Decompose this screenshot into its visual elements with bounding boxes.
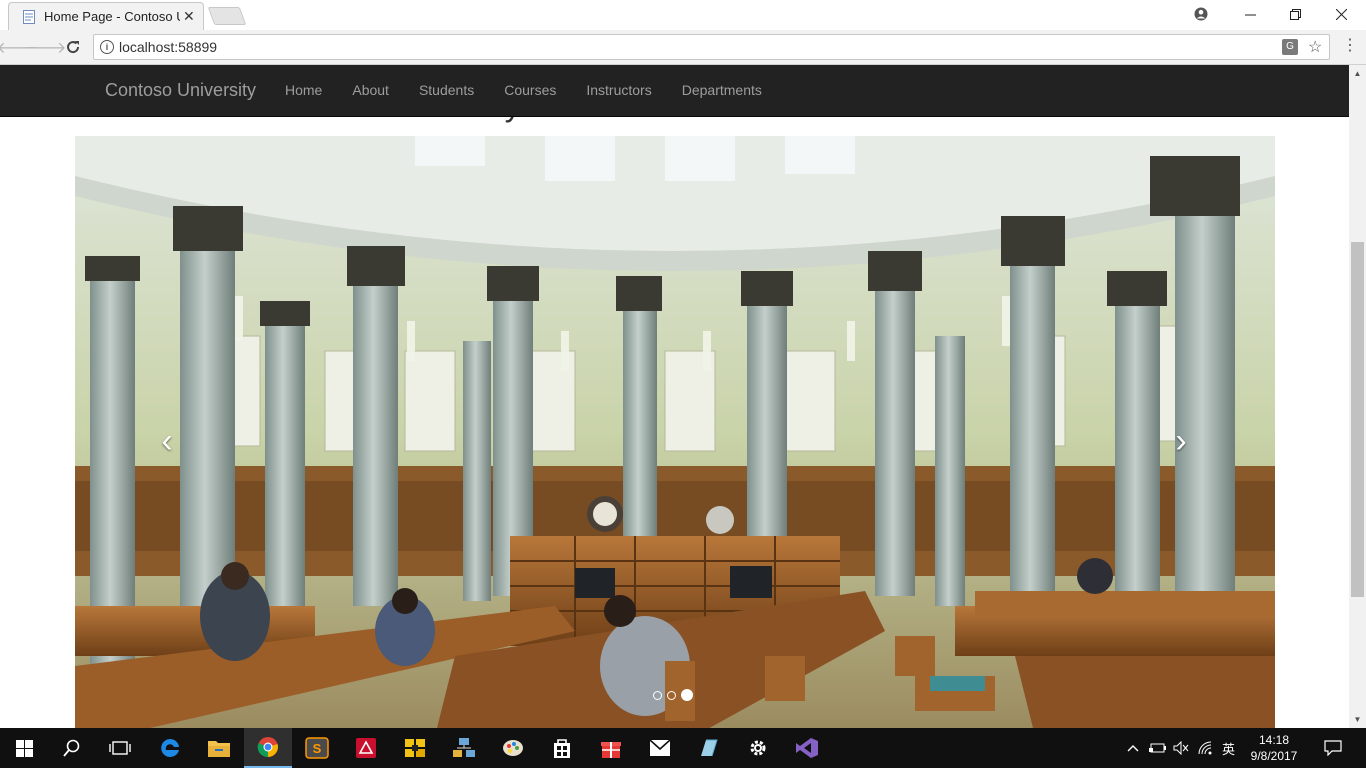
nav-link-home[interactable]: Home xyxy=(270,65,337,116)
file-explorer-icon[interactable] xyxy=(195,728,243,768)
gift-app-icon[interactable] xyxy=(587,728,635,768)
library-rotunda-photo xyxy=(75,136,1275,728)
app-yellow-icon[interactable] xyxy=(391,728,439,768)
scroll-down-icon[interactable]: ▼ xyxy=(1349,711,1366,728)
address-bar[interactable]: i localhost:58899 G ☆ xyxy=(93,34,1330,60)
info-icon[interactable]: i xyxy=(100,40,114,54)
nav-link-courses[interactable]: Courses xyxy=(489,65,571,116)
reload-icon[interactable] xyxy=(64,38,82,56)
star-icon[interactable]: ☆ xyxy=(1308,37,1322,57)
tab-title: Home Page - Contoso University xyxy=(44,9,180,24)
page-viewport: Welcome to Contoso University Contoso Un… xyxy=(0,65,1366,728)
clock-date: 9/8/2017 xyxy=(1250,749,1298,763)
carousel-indicators xyxy=(653,689,693,701)
translate-icon[interactable]: G xyxy=(1282,39,1298,55)
navbar-links: Home About Students Courses Instructors … xyxy=(270,65,777,116)
chevron-right-icon[interactable]: › xyxy=(1166,424,1196,458)
settings-icon[interactable] xyxy=(734,728,782,768)
maximize-button[interactable] xyxy=(1272,0,1318,28)
sublime-text-icon[interactable]: S xyxy=(293,728,341,768)
mail-icon[interactable] xyxy=(636,728,684,768)
nav-link-students[interactable]: Students xyxy=(404,65,489,116)
show-hidden-icons[interactable] xyxy=(1127,728,1139,768)
ime-indicator[interactable]: 英 xyxy=(1222,728,1235,768)
minimize-button[interactable] xyxy=(1227,0,1273,28)
vertical-scrollbar[interactable]: ▲ ▼ xyxy=(1349,65,1366,728)
site-navbar: Contoso University Home About Students C… xyxy=(0,65,1349,117)
page-icon xyxy=(23,10,35,24)
paint-icon[interactable] xyxy=(489,728,537,768)
carousel-indicator[interactable] xyxy=(667,690,676,700)
nav-link-instructors[interactable]: Instructors xyxy=(571,65,666,116)
battery-icon[interactable] xyxy=(1149,728,1167,768)
image-carousel: ‹ › xyxy=(75,136,1275,728)
carousel-indicator-active[interactable] xyxy=(681,689,693,701)
forward-arrow-icon[interactable]: 🡒 xyxy=(24,38,67,57)
visual-studio-icon[interactable] xyxy=(783,728,831,768)
wifi-icon[interactable] xyxy=(1198,728,1214,768)
nav-link-about[interactable]: About xyxy=(337,65,404,116)
window-close-button[interactable] xyxy=(1318,0,1364,28)
task-view-icon[interactable] xyxy=(96,728,144,768)
clock-time: 14:18 xyxy=(1258,733,1290,747)
edge-icon[interactable] xyxy=(146,728,194,768)
account-icon[interactable] xyxy=(1178,0,1224,28)
browser-toolbar: 🡐 🡒 i localhost:58899 G ☆ ⋮ xyxy=(0,30,1366,65)
start-icon[interactable] xyxy=(0,728,48,768)
tab-close-icon[interactable]: ✕ xyxy=(183,8,195,25)
menu-icon[interactable]: ⋮ xyxy=(1342,37,1358,55)
volume-muted-icon[interactable] xyxy=(1173,728,1189,768)
new-tab-button[interactable] xyxy=(207,7,247,25)
browser-titlebar: Home Page - Contoso University ✕ xyxy=(0,0,1366,30)
taskbar-clock[interactable]: 14:18 9/8/2017 xyxy=(1248,732,1300,764)
browser-tab[interactable]: Home Page - Contoso University ✕ xyxy=(8,2,204,30)
acrobat-icon[interactable] xyxy=(342,728,390,768)
scroll-up-icon[interactable]: ▲ xyxy=(1349,65,1366,82)
action-center-icon[interactable] xyxy=(1324,728,1342,768)
url-text[interactable]: localhost:58899 xyxy=(119,39,217,55)
navbar-brand[interactable]: Contoso University xyxy=(105,80,256,101)
scrollbar-thumb[interactable] xyxy=(1351,242,1364,597)
chrome-icon[interactable] xyxy=(244,728,292,768)
app-blue-icon[interactable] xyxy=(685,728,733,768)
nav-link-departments[interactable]: Departments xyxy=(667,65,777,116)
chevron-left-icon[interactable]: ‹ xyxy=(152,424,182,458)
store-icon[interactable] xyxy=(538,728,586,768)
search-icon[interactable] xyxy=(48,728,96,768)
carousel-indicator[interactable] xyxy=(653,690,662,700)
network-app-icon[interactable] xyxy=(440,728,488,768)
windows-taskbar: S 英 14:18 9/8/2017 xyxy=(0,728,1366,768)
svg-text:S: S xyxy=(313,741,322,756)
